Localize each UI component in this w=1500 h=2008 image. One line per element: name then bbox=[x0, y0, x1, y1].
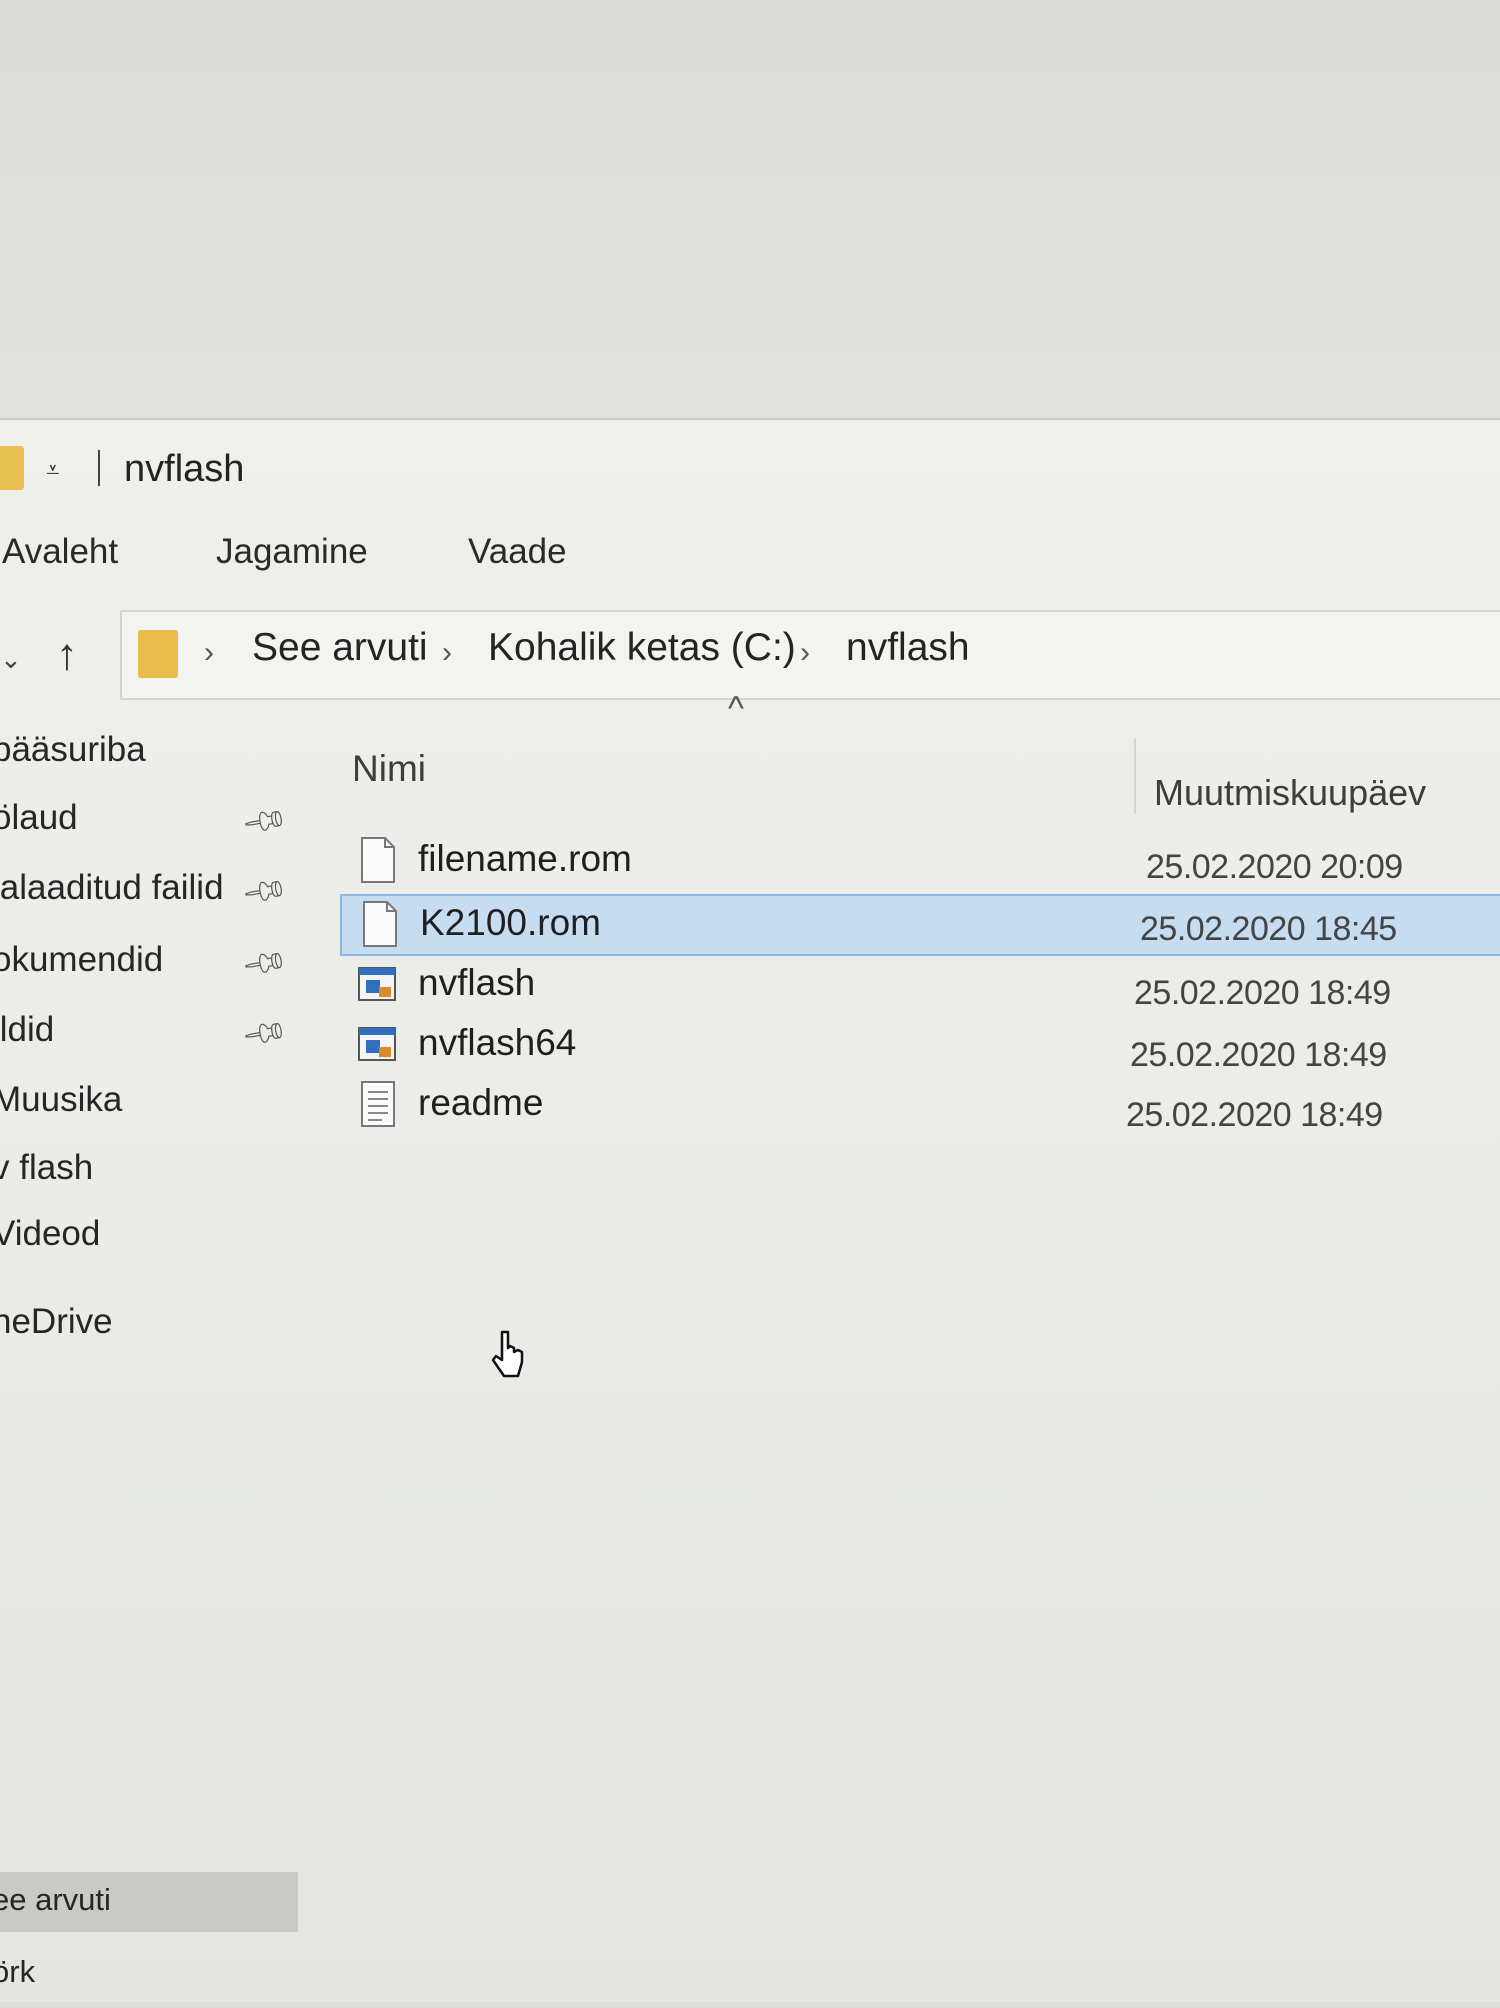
sidebar-item-label: ildid bbox=[0, 1010, 55, 1049]
file-name: nvflash bbox=[418, 962, 536, 1003]
file-date: 25.02.2020 18:49 bbox=[1130, 1036, 1387, 1074]
sort-ascending-icon: ^ bbox=[728, 690, 744, 728]
sidebar-item-desktop[interactable]: ölaud 📌︎ bbox=[0, 790, 300, 852]
pin-icon: 📌︎ bbox=[239, 867, 291, 916]
blank-file-icon bbox=[363, 901, 397, 947]
breadcrumb-see-arvuti[interactable]: See arvuti bbox=[252, 626, 428, 670]
tab-jagamine[interactable]: Jagamine bbox=[216, 532, 368, 572]
up-arrow-icon[interactable]: ↑ bbox=[56, 630, 78, 680]
application-icon bbox=[358, 967, 396, 1001]
title-bar: ⩡ nvflash bbox=[0, 420, 1500, 520]
file-date: 25.02.2020 18:49 bbox=[1126, 1096, 1383, 1134]
navigation-bar: ⌄ ↑ › See arvuti › Kohalik ketas (C:) › … bbox=[0, 602, 1500, 700]
sidebar-item-label: ee arvuti bbox=[0, 1882, 111, 1917]
sidebar-item-pictures[interactable]: ildid 📌︎ bbox=[0, 1002, 300, 1064]
breadcrumb-separator-icon[interactable]: › bbox=[204, 636, 214, 670]
tab-vaade[interactable]: Vaade bbox=[468, 532, 567, 572]
file-row[interactable]: readme 25.02.2020 18:49 bbox=[340, 1076, 1500, 1134]
navigation-pane: pääsuriba ölaud 📌︎ lalaaditud failid 📌︎ … bbox=[0, 710, 300, 2002]
pin-icon: 📌︎ bbox=[239, 797, 291, 846]
sidebar-item-nv-flash[interactable]: v flash bbox=[0, 1140, 300, 1202]
pin-icon: 📌︎ bbox=[239, 939, 291, 988]
breadcrumb-separator-icon[interactable]: › bbox=[800, 636, 810, 670]
file-date: 25.02.2020 18:45 bbox=[1140, 910, 1397, 948]
breadcrumb-nvflash[interactable]: nvflash bbox=[846, 626, 970, 670]
background-area bbox=[0, 0, 1500, 418]
address-bar[interactable]: › See arvuti › Kohalik ketas (C:) › nvfl… bbox=[120, 610, 1500, 700]
title-divider bbox=[98, 450, 100, 486]
column-header-name[interactable]: Nimi bbox=[352, 748, 426, 790]
folder-icon bbox=[0, 446, 24, 490]
column-header-date-modified[interactable]: Muutmiskuupäev bbox=[1154, 772, 1426, 814]
sidebar-item-documents[interactable]: okumendid 📌︎ bbox=[0, 932, 300, 994]
sidebar-item-network[interactable]: örk bbox=[0, 1946, 300, 2008]
file-row[interactable]: nvflash 25.02.2020 18:49 bbox=[340, 956, 1500, 1014]
sidebar-item-onedrive[interactable]: neDrive bbox=[0, 1294, 300, 1356]
screen: ⩡ nvflash Avaleht Jagamine Vaade ⌄ ↑ › S… bbox=[0, 0, 1500, 2002]
sidebar-item-quick-access[interactable]: pääsuriba bbox=[0, 722, 300, 784]
sidebar-item-videos[interactable]: Videod bbox=[0, 1206, 300, 1268]
sidebar-item-label: lalaaditud failid bbox=[0, 868, 224, 907]
application-icon bbox=[358, 1027, 396, 1061]
file-date: 25.02.2020 18:49 bbox=[1134, 974, 1391, 1012]
sidebar-item-downloads[interactable]: lalaaditud failid 📌︎ bbox=[0, 860, 300, 922]
file-row-selected[interactable]: K2100.rom 25.02.2020 18:45 bbox=[340, 894, 1500, 956]
recent-locations-chevron-icon[interactable]: ⌄ bbox=[0, 644, 22, 675]
breadcrumb-separator-icon[interactable]: › bbox=[442, 636, 452, 670]
window-title: nvflash bbox=[124, 448, 245, 490]
file-row[interactable]: nvflash64 25.02.2020 18:49 bbox=[340, 1016, 1500, 1074]
folder-icon bbox=[138, 630, 178, 678]
breadcrumb-kohalik-ketas[interactable]: Kohalik ketas (C:) bbox=[488, 626, 796, 670]
file-row[interactable]: filename.rom 25.02.2020 20:09 bbox=[340, 832, 1500, 890]
sidebar-item-music[interactable]: Muusika bbox=[0, 1072, 300, 1134]
file-explorer-window: ⩡ nvflash Avaleht Jagamine Vaade ⌄ ↑ › S… bbox=[0, 418, 1500, 2002]
pin-icon: 📌︎ bbox=[239, 1009, 291, 1058]
sidebar-item-this-pc[interactable]: ee arvuti bbox=[0, 1872, 300, 1934]
sidebar-item-label: okumendid bbox=[0, 940, 164, 979]
file-date: 25.02.2020 20:09 bbox=[1146, 848, 1403, 886]
file-name: filename.rom bbox=[418, 838, 632, 879]
sidebar-item-label: örk bbox=[0, 1954, 36, 1989]
dropdown-arrow-icon[interactable]: ⩡ bbox=[46, 458, 72, 484]
text-document-icon bbox=[361, 1081, 395, 1127]
sidebar-item-label: Muusika bbox=[0, 1080, 123, 1119]
column-divider[interactable] bbox=[1134, 738, 1136, 814]
sidebar-item-label: Videod bbox=[0, 1214, 101, 1253]
sidebar-item-label: v flash bbox=[0, 1148, 94, 1187]
blank-file-icon bbox=[361, 837, 395, 883]
mouse-cursor-icon bbox=[491, 1330, 524, 1378]
file-name: nvflash64 bbox=[418, 1022, 577, 1063]
sidebar-item-label: ölaud bbox=[0, 798, 78, 837]
sidebar-item-label: pääsuriba bbox=[0, 730, 146, 769]
file-name: K2100.rom bbox=[420, 902, 601, 943]
file-name: readme bbox=[418, 1082, 544, 1123]
tab-avaleht[interactable]: Avaleht bbox=[2, 532, 118, 572]
sidebar-item-label: neDrive bbox=[0, 1302, 113, 1341]
